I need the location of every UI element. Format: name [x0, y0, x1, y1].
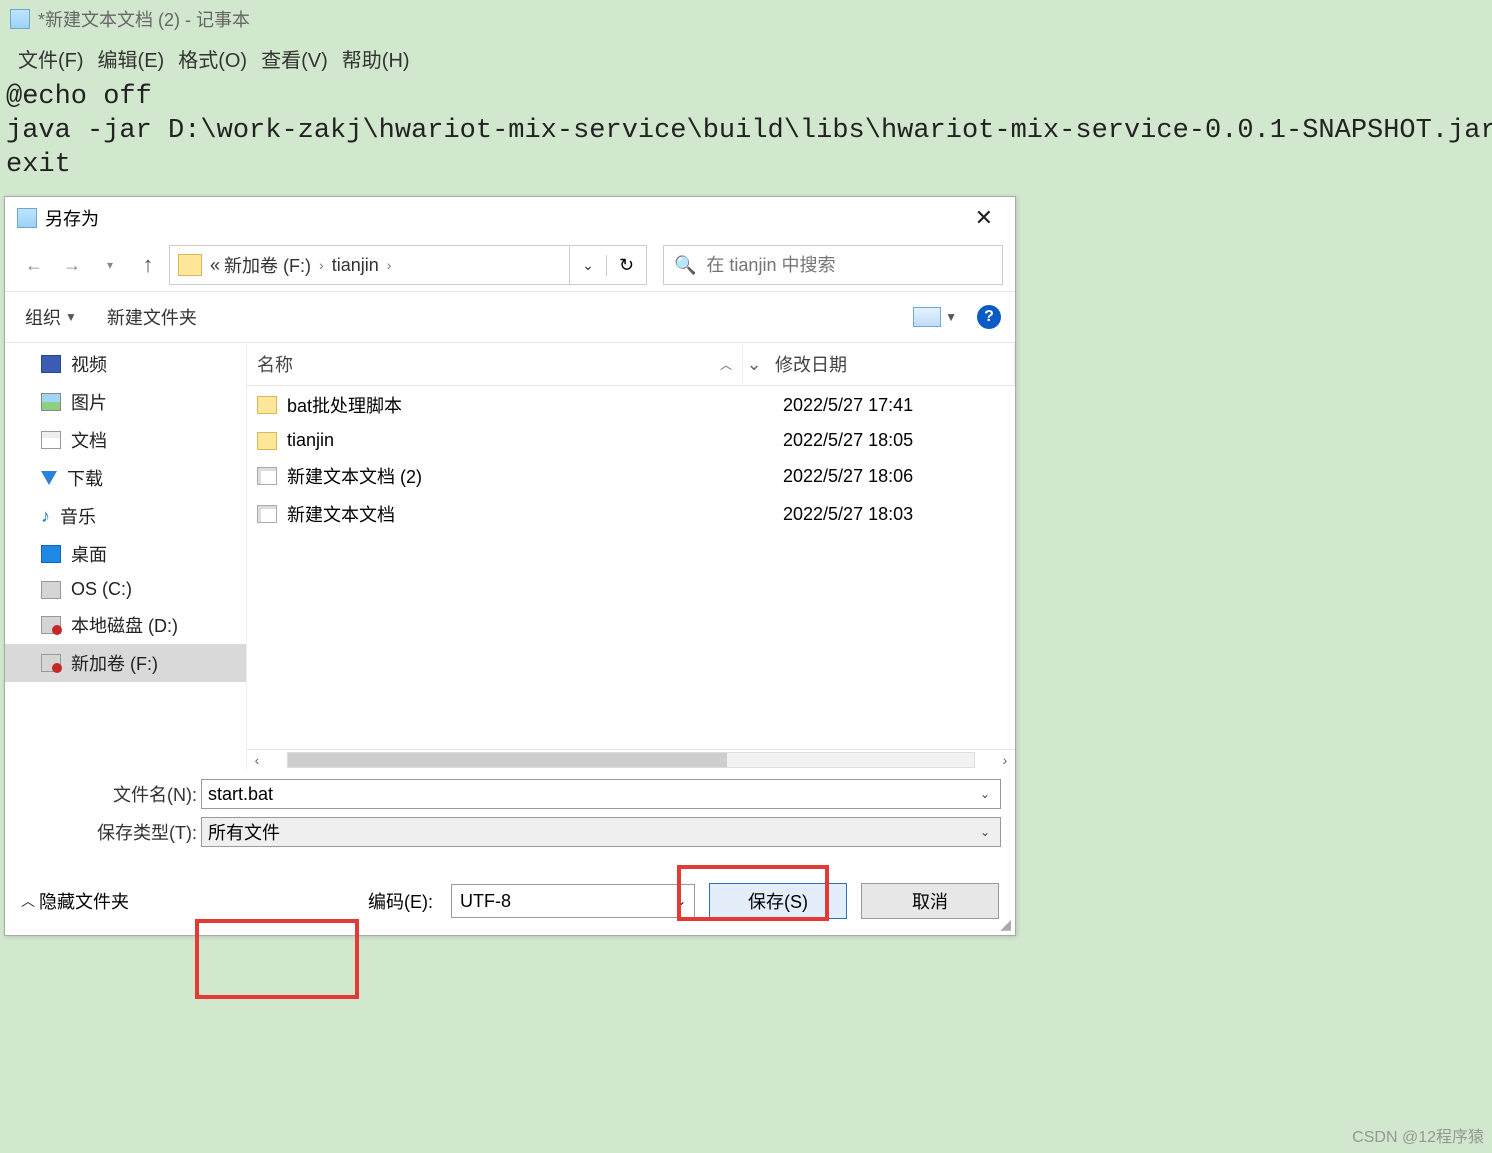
folder-icon	[257, 396, 277, 414]
sidebar-item-video[interactable]: 视频	[5, 345, 246, 383]
view-mode-button[interactable]: ▼	[907, 303, 963, 331]
search-box[interactable]: 🔍	[663, 245, 1003, 285]
crumb-pre: «	[208, 255, 222, 276]
menu-edit[interactable]: 编辑(E)	[94, 42, 169, 75]
sidebar: 视频 图片 文档 下载 ♪音乐 桌面 OS (C:) 本地磁盘 (D:) 新加卷…	[5, 343, 247, 769]
dialog-title-text: 另存为	[45, 205, 99, 231]
drive-icon	[41, 654, 61, 672]
file-list: 名称︿ ⌄ 修改日期 bat批处理脚本2022/5/27 17:41 tianj…	[247, 343, 1015, 769]
file-icon	[257, 505, 277, 523]
crumb-sep2-icon: ›	[381, 257, 398, 273]
scroll-thumb[interactable]	[288, 753, 727, 767]
dialog-toolbar: 组织▼ 新建文件夹 ▼ ?	[5, 292, 1015, 343]
encoding-label: 编码(E):	[368, 888, 433, 914]
crumb-folder[interactable]: tianjin	[330, 255, 381, 276]
sidebar-item-d[interactable]: 本地磁盘 (D:)	[5, 606, 246, 644]
file-header: 名称︿ ⌄ 修改日期	[247, 343, 1015, 386]
chevron-down-icon[interactable]: ⌄	[676, 894, 686, 908]
table-row[interactable]: 新建文本文档2022/5/27 18:03	[247, 495, 1015, 533]
sidebar-item-download[interactable]: 下载	[5, 459, 246, 497]
chevron-down-icon[interactable]: ⌄	[976, 787, 994, 801]
resize-grip-icon[interactable]: ◢	[1000, 916, 1011, 933]
help-icon[interactable]: ?	[977, 305, 1001, 329]
address-dropdown-icon[interactable]: ⌄	[570, 257, 606, 274]
chevron-down-icon: ▼	[65, 310, 77, 324]
video-icon	[41, 355, 61, 373]
sort-asc-icon: ︿	[720, 356, 732, 373]
dialog-footer: ︿隐藏文件夹 编码(E): UTF-8⌄ 保存(S) 取消 ◢	[5, 855, 1015, 935]
sidebar-item-f[interactable]: 新加卷 (F:)	[5, 644, 246, 682]
dialog-nav: ← → ▾ ↑ « 新加卷 (F:) › tianjin › ⌄ ↻ 🔍	[5, 239, 1015, 292]
music-icon: ♪	[41, 506, 50, 527]
chevron-down-icon: ▼	[945, 310, 957, 324]
crumb-vol[interactable]: 新加卷 (F:)	[222, 252, 313, 278]
notepad-editor[interactable]: @echo off java -jar D:\work-zakj\hwariot…	[0, 79, 1492, 184]
download-icon	[41, 471, 57, 485]
menu-file[interactable]: 文件(F)	[14, 42, 88, 75]
crumb-sep-icon: ›	[313, 257, 330, 273]
filename-input[interactable]: start.bat⌄	[201, 779, 1001, 809]
col-name[interactable]: 名称︿	[247, 343, 743, 385]
search-input[interactable]	[706, 255, 1002, 276]
sidebar-item-c[interactable]: OS (C:)	[5, 573, 246, 606]
organize-button[interactable]: 组织▼	[19, 300, 83, 334]
sidebar-item-desktop[interactable]: 桌面	[5, 535, 246, 573]
filetype-select[interactable]: 所有文件⌄	[201, 817, 1001, 847]
scroll-right-icon[interactable]: ›	[995, 752, 1015, 768]
refresh-icon[interactable]: ↻	[606, 255, 646, 276]
sidebar-item-doc[interactable]: 文档	[5, 421, 246, 459]
dialog-titlebar: 另存为 ✕	[5, 197, 1015, 239]
horizontal-scrollbar[interactable]: ‹ ›	[247, 749, 1015, 769]
close-button[interactable]: ✕	[965, 205, 1003, 231]
menu-view[interactable]: 查看(V)	[257, 42, 332, 75]
chevron-down-icon[interactable]: ⌄	[976, 825, 994, 839]
scroll-left-icon[interactable]: ‹	[247, 752, 267, 768]
menu-format[interactable]: 格式(O)	[174, 42, 251, 75]
folder-icon	[178, 254, 202, 276]
dialog-form: 文件名(N): start.bat⌄ 保存类型(T): 所有文件⌄	[5, 769, 1015, 855]
col-date[interactable]: 修改日期	[765, 343, 1015, 385]
encoding-select[interactable]: UTF-8⌄	[451, 884, 695, 918]
nav-forward-icon[interactable]: →	[55, 248, 89, 282]
save-as-dialog: 另存为 ✕ ← → ▾ ↑ « 新加卷 (F:) › tianjin › ⌄ ↻…	[4, 196, 1016, 936]
folder-icon	[257, 432, 277, 450]
notepad-title-text: *新建文本文档 (2) - 记事本	[38, 6, 250, 32]
new-folder-button[interactable]: 新建文件夹	[101, 300, 203, 334]
nav-back-icon[interactable]: ←	[17, 248, 51, 282]
doc-icon	[41, 431, 61, 449]
table-row[interactable]: tianjin2022/5/27 18:05	[247, 424, 1015, 457]
save-button[interactable]: 保存(S)	[709, 883, 847, 919]
chevron-up-icon: ︿	[21, 891, 35, 911]
col-dropdown-icon[interactable]: ⌄	[743, 354, 765, 375]
notepad-titlebar: *新建文本文档 (2) - 记事本	[0, 0, 1492, 38]
table-row[interactable]: bat批处理脚本2022/5/27 17:41	[247, 386, 1015, 424]
cancel-button[interactable]: 取消	[861, 883, 999, 919]
image-icon	[41, 393, 61, 411]
menu-help[interactable]: 帮助(H)	[338, 42, 414, 75]
search-icon: 🔍	[664, 255, 706, 276]
table-row[interactable]: 新建文本文档 (2)2022/5/27 18:06	[247, 457, 1015, 495]
drive-icon	[41, 581, 61, 599]
filename-label: 文件名(N):	[19, 781, 201, 807]
sidebar-item-music[interactable]: ♪音乐	[5, 497, 246, 535]
notepad-icon	[10, 9, 30, 29]
notepad-menubar: 文件(F) 编辑(E) 格式(O) 查看(V) 帮助(H)	[0, 38, 1492, 79]
desktop-icon	[41, 545, 61, 563]
nav-up-icon[interactable]: ↑	[131, 248, 165, 282]
view-list-icon	[913, 307, 941, 327]
file-icon	[257, 467, 277, 485]
watermark: CSDN @12程序猿	[1352, 1123, 1484, 1147]
address-bar[interactable]: « 新加卷 (F:) › tianjin › ⌄ ↻	[169, 245, 647, 285]
hide-folders-button[interactable]: ︿隐藏文件夹	[21, 888, 129, 914]
dialog-icon	[17, 208, 37, 228]
filetype-label: 保存类型(T):	[19, 819, 201, 845]
drive-icon	[41, 616, 61, 634]
nav-recent-icon[interactable]: ▾	[93, 248, 127, 282]
sidebar-item-image[interactable]: 图片	[5, 383, 246, 421]
